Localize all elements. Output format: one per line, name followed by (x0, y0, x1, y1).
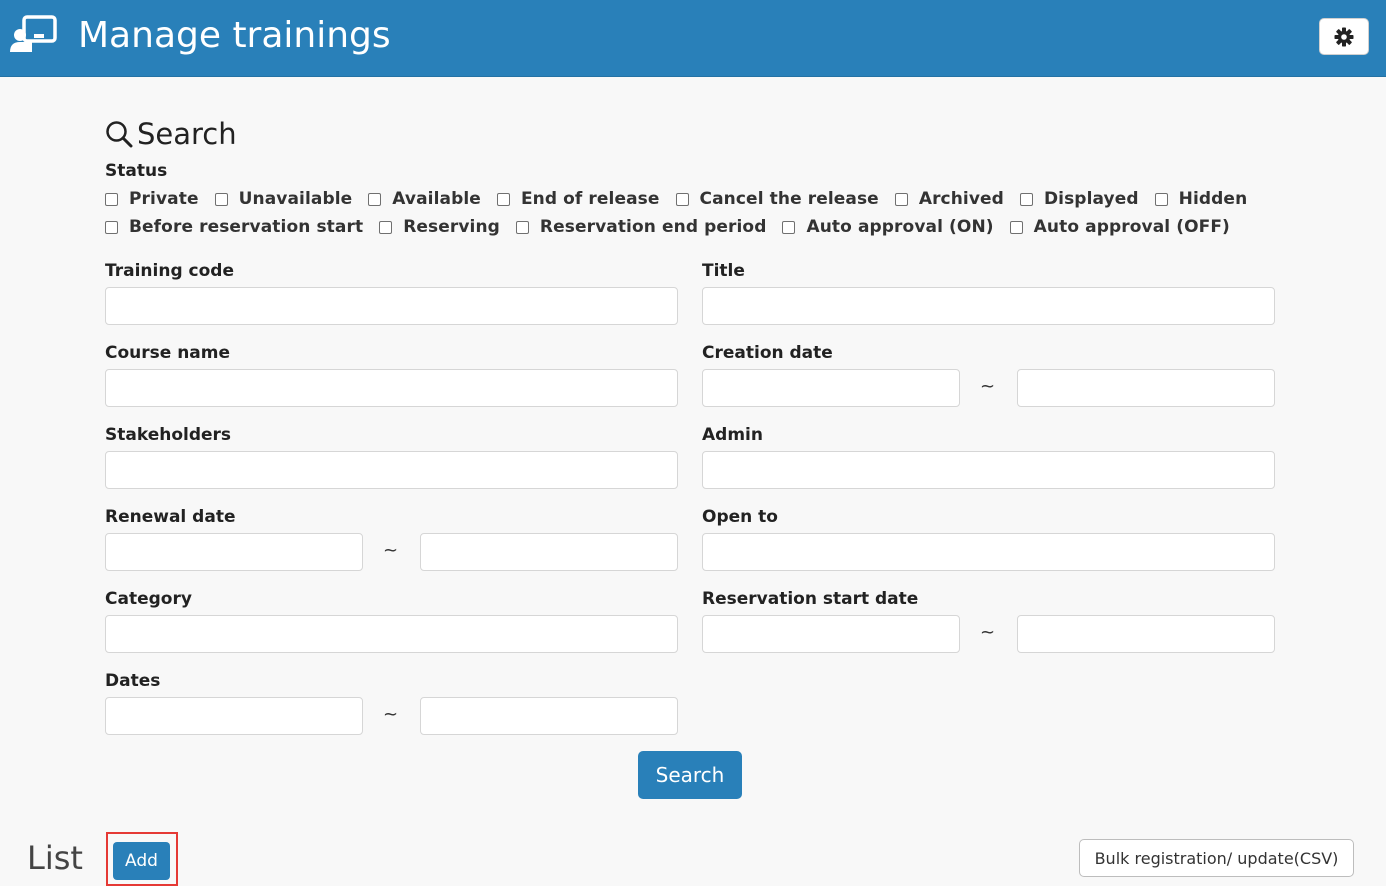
status-unavailable-checkbox[interactable]: Unavailable (214, 189, 353, 209)
checkbox-box[interactable] (894, 192, 908, 206)
checkbox-box[interactable] (379, 220, 393, 234)
teacher-board-icon (10, 15, 57, 52)
checkbox-box[interactable] (496, 192, 510, 206)
status-row-2: Before reservation start Reserving Reser… (105, 217, 1246, 237)
checkbox-box[interactable] (675, 192, 689, 206)
creation-date-label: Creation date (702, 343, 833, 363)
dates-to-input[interactable] (420, 697, 678, 735)
status-reserving-checkbox[interactable]: Reserving (379, 217, 500, 237)
list-title: List (27, 839, 83, 877)
range-separator: ~ (980, 622, 996, 643)
renewal-date-label: Renewal date (105, 507, 236, 527)
checkbox-box[interactable] (368, 192, 382, 206)
status-label: Status (105, 161, 168, 181)
gear-icon (1334, 27, 1354, 46)
range-separator: ~ (383, 704, 399, 725)
title-input[interactable] (702, 287, 1275, 325)
status-hidden-checkbox[interactable]: Hidden (1154, 189, 1248, 209)
status-reservation-end-checkbox[interactable]: Reservation end period (515, 217, 767, 237)
category-label: Category (105, 589, 192, 609)
bulk-registration-button[interactable]: Bulk registration/ update(CSV) (1079, 839, 1354, 877)
status-cancel-release-checkbox[interactable]: Cancel the release (675, 189, 879, 209)
course-name-label: Course name (105, 343, 231, 363)
search-icon (106, 121, 133, 148)
admin-input[interactable] (702, 451, 1275, 489)
page-title: Manage trainings (78, 15, 391, 56)
search-heading-label: Search (137, 117, 237, 151)
status-auto-approval-off-checkbox[interactable]: Auto approval (OFF) (1009, 217, 1230, 237)
range-separator: ~ (980, 376, 996, 397)
status-available-checkbox[interactable]: Available (368, 189, 481, 209)
training-code-label: Training code (105, 261, 234, 281)
status-private-checkbox[interactable]: Private (105, 189, 199, 209)
title-label: Title (702, 261, 745, 281)
creation-date-to-input[interactable] (1017, 369, 1275, 407)
search-heading: Search (105, 116, 237, 152)
stakeholders-input[interactable] (105, 451, 678, 489)
search-button[interactable]: Search (638, 751, 742, 799)
reservation-start-to-input[interactable] (1017, 615, 1275, 653)
renewal-date-from-input[interactable] (105, 533, 363, 571)
creation-date-from-input[interactable] (702, 369, 960, 407)
renewal-date-to-input[interactable] (420, 533, 678, 571)
admin-label: Admin (702, 425, 763, 445)
stakeholders-label: Stakeholders (105, 425, 232, 445)
status-auto-approval-on-checkbox[interactable]: Auto approval (ON) (782, 217, 994, 237)
checkbox-box[interactable] (105, 192, 118, 206)
status-displayed-checkbox[interactable]: Displayed (1019, 189, 1139, 209)
checkbox-box[interactable] (1154, 192, 1168, 206)
app-header: Manage trainings (0, 0, 1386, 77)
status-end-of-release-checkbox[interactable]: End of release (496, 189, 660, 209)
category-input[interactable] (105, 615, 678, 653)
dates-label: Dates (105, 671, 161, 691)
checkbox-box[interactable] (105, 220, 118, 234)
checkbox-box[interactable] (782, 220, 796, 234)
status-row-1: Private Unavailable Available End of rel… (105, 189, 1263, 209)
checkbox-box[interactable] (214, 192, 228, 206)
checkbox-box[interactable] (1009, 220, 1023, 234)
range-separator: ~ (383, 540, 399, 561)
status-before-reservation-checkbox[interactable]: Before reservation start (105, 217, 363, 237)
status-archived-checkbox[interactable]: Archived (894, 189, 1004, 209)
training-code-input[interactable] (105, 287, 678, 325)
checkbox-box[interactable] (1019, 192, 1033, 206)
open-to-label: Open to (702, 507, 778, 527)
course-name-input[interactable] (105, 369, 678, 407)
open-to-input[interactable] (702, 533, 1275, 571)
add-button[interactable]: Add (113, 842, 170, 880)
reservation-start-from-input[interactable] (702, 615, 960, 653)
checkbox-box[interactable] (515, 220, 529, 234)
dates-from-input[interactable] (105, 697, 363, 735)
reservation-start-date-label: Reservation start date (702, 589, 919, 609)
settings-button[interactable] (1319, 18, 1369, 55)
